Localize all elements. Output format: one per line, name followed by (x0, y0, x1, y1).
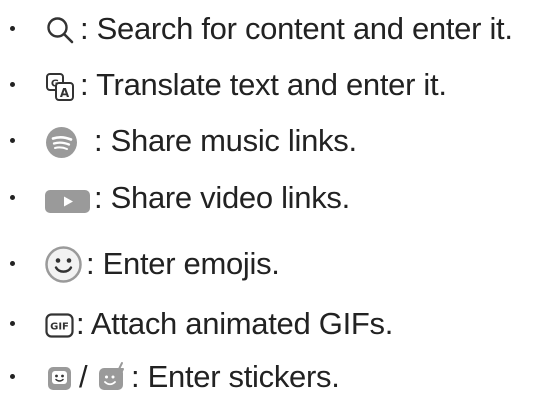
list-item: : Search for content and enter it. (0, 9, 552, 49)
sticker-icon (46, 365, 72, 391)
item-text: : Share music links. (94, 123, 357, 158)
item-text: : Share video links. (94, 180, 350, 215)
separator-slash: / (79, 359, 88, 394)
youtube-icon (43, 188, 91, 214)
animated-sticker-icon (98, 361, 130, 393)
list-item: : Share music links. (0, 121, 552, 161)
bullet (10, 138, 15, 143)
emoji-icon (44, 245, 82, 283)
item-text: : Attach animated GIFs. (76, 306, 394, 341)
gif-icon: GIF (44, 312, 74, 338)
list-item: / : Enter stickers. (0, 357, 552, 397)
list-item: : Enter emojis. (0, 244, 552, 284)
list-item: GIF : Attach animated GIFs. (0, 304, 552, 344)
bullet (10, 26, 15, 31)
spotify-icon (44, 125, 78, 159)
bullet (10, 261, 15, 266)
list-item: : Share video links. (0, 178, 552, 218)
search-icon (44, 14, 76, 46)
bullet (10, 82, 15, 87)
bullet (10, 321, 15, 326)
item-text: : Translate text and enter it. (80, 67, 447, 102)
bullet (10, 195, 15, 200)
translate-icon: G A (44, 71, 76, 103)
svg-text:GIF: GIF (50, 321, 69, 332)
item-text: : Enter emojis. (86, 246, 280, 281)
list-item: G A : Translate text and enter it. (0, 65, 552, 105)
bullet (10, 374, 15, 379)
item-text: : Search for content and enter it. (80, 11, 513, 46)
svg-text:A: A (60, 86, 70, 100)
item-text: : Enter stickers. (131, 359, 340, 394)
